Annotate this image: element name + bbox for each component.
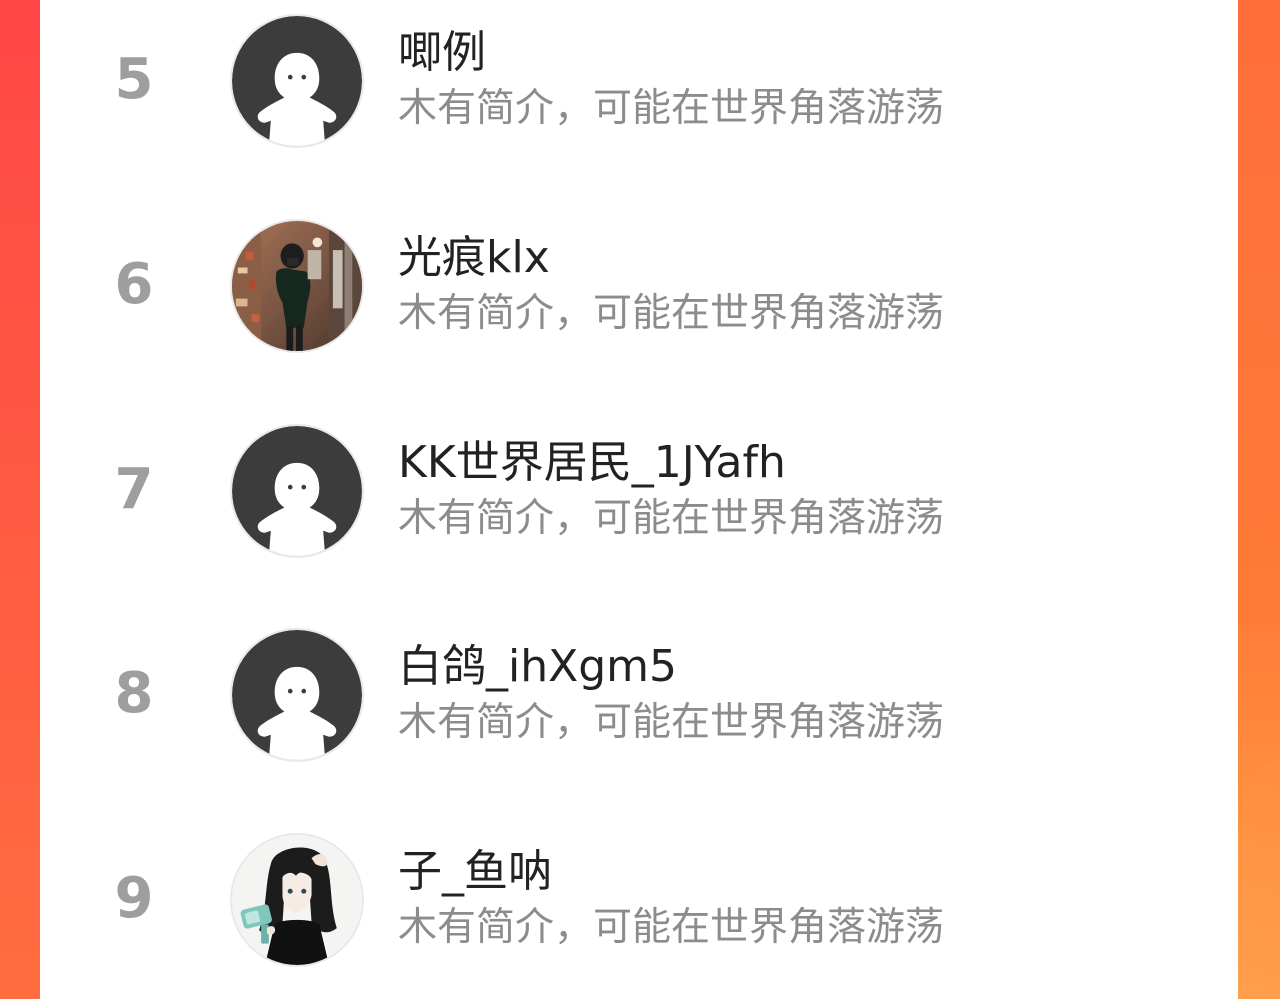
ranking-panel: 5 唧例 木有简介，可能在世界角落游荡 6 光痕klx 木有简介，可能在世界角落… — [40, 0, 1238, 999]
user-name[interactable]: 唧例 — [398, 26, 486, 80]
illustration-avatar-image — [232, 835, 362, 965]
ranking-item[interactable]: 7 KK世界居民_1JYafh 木有简介，可能在世界角落游荡 — [40, 418, 1238, 568]
user-bio: 木有简介，可能在世界角落游荡 — [398, 291, 945, 336]
background-wave — [1238, 760, 1280, 999]
rank-number: 8 — [114, 661, 154, 726]
user-name[interactable]: KK世界居民_1JYafh — [398, 436, 786, 490]
user-bio: 木有简介，可能在世界角落游荡 — [398, 905, 945, 950]
user-avatar[interactable] — [230, 219, 364, 353]
user-avatar[interactable] — [230, 833, 364, 967]
rank-number: 6 — [114, 252, 154, 317]
user-name[interactable]: 光痕klx — [398, 231, 550, 285]
user-avatar[interactable] — [230, 628, 364, 762]
photo-avatar-image — [232, 221, 362, 351]
default-avatar-icon — [232, 16, 362, 146]
ranking-item[interactable]: 8 白鸽_ihXgm5 木有简介，可能在世界角落游荡 — [40, 622, 1238, 772]
rank-number: 7 — [114, 457, 154, 522]
default-avatar-icon — [232, 426, 362, 556]
user-avatar[interactable] — [230, 424, 364, 558]
ranking-item[interactable]: 6 光痕klx 木有简介，可能在世界角落游荡 — [40, 213, 1238, 363]
user-name[interactable]: 白鸽_ihXgm5 — [398, 640, 677, 694]
user-avatar[interactable] — [230, 14, 364, 148]
ranking-item[interactable]: 5 唧例 木有简介，可能在世界角落游荡 — [40, 8, 1238, 158]
ranking-item[interactable]: 9 子_鱼呐 木有简介，可能在世界角落游荡 — [40, 827, 1238, 977]
rank-number: 9 — [114, 866, 154, 931]
rank-number: 5 — [114, 47, 154, 112]
user-name[interactable]: 子_鱼呐 — [398, 845, 552, 899]
user-bio: 木有简介，可能在世界角落游荡 — [398, 700, 945, 745]
background-gradient-left — [0, 0, 40, 999]
user-bio: 木有简介，可能在世界角落游荡 — [398, 496, 945, 541]
background-gradient-right — [1238, 0, 1280, 999]
default-avatar-icon — [232, 630, 362, 760]
user-bio: 木有简介，可能在世界角落游荡 — [398, 86, 945, 131]
